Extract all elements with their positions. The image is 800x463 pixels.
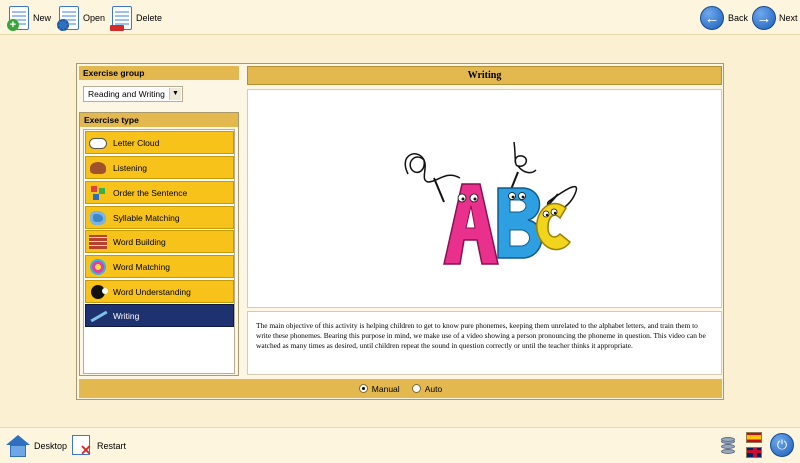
list-item-label: Syllable Matching: [113, 212, 180, 223]
new-file-icon: +: [6, 6, 30, 31]
list-item-label: Word Matching: [113, 261, 171, 272]
restart-label: Restart: [97, 441, 127, 451]
exercise-group-header: Exercise group: [79, 66, 239, 80]
head-icon: [89, 284, 109, 300]
list-item-writing[interactable]: Writing: [85, 304, 234, 327]
list-item-label: Word Understanding: [113, 286, 191, 297]
next-button[interactable]: → Next: [752, 4, 798, 32]
delete-file-icon: [109, 6, 133, 31]
pen-icon: [89, 308, 109, 324]
exercise-type-list: Letter Cloud Listening Order the Sentenc…: [83, 129, 235, 374]
delete-label: Delete: [136, 13, 163, 23]
new-label: New: [33, 13, 52, 23]
list-item-word-building[interactable]: Word Building: [85, 230, 234, 253]
manual-label: Manual: [371, 383, 400, 394]
restart-icon: ✕: [70, 435, 94, 457]
letter-a-shape: [443, 183, 499, 265]
illustration-box: [247, 89, 722, 308]
cloud-icon: [89, 135, 109, 151]
home-icon: [6, 435, 30, 457]
exercise-type-panel: Exercise type Letter Cloud Listening Ord…: [79, 112, 239, 376]
chevron-down-icon[interactable]: ▼: [169, 88, 181, 100]
mode-bar: Manual Auto: [79, 379, 722, 398]
letter-c-shape: [536, 202, 572, 251]
power-icon[interactable]: ⏻: [770, 433, 794, 457]
open-label: Open: [83, 13, 106, 23]
main-panel: Exercise group Reading and Writing ▼ Exe…: [76, 63, 724, 400]
splash-icon: [89, 210, 109, 226]
new-button[interactable]: + New: [6, 4, 51, 32]
mode-manual-option[interactable]: Manual: [358, 383, 400, 394]
list-item-label: Word Building: [113, 236, 166, 247]
description-text: The main objective of this activity is h…: [247, 311, 722, 375]
list-item-label: Listening: [113, 162, 148, 173]
back-arrow-icon: ←: [700, 6, 724, 30]
list-item-label: Order the Sentence: [113, 187, 188, 198]
ear-icon: [89, 160, 109, 176]
desktop-label: Desktop: [34, 441, 68, 451]
abc-illustration: [404, 141, 578, 265]
back-button[interactable]: ← Back: [700, 4, 748, 32]
open-file-icon: [56, 6, 80, 31]
letter-b-shape: [497, 187, 543, 259]
auto-label: Auto: [424, 383, 443, 394]
mode-auto-option[interactable]: Auto: [411, 383, 443, 394]
exercise-type-header: Exercise type: [80, 113, 238, 127]
restart-button[interactable]: ✕ Restart: [70, 433, 126, 459]
top-toolbar: + New Open Delete ← Back → Next: [0, 0, 800, 35]
list-item-listening[interactable]: Listening: [85, 156, 234, 179]
detail-title: Writing: [247, 66, 722, 85]
auto-radio[interactable]: [411, 384, 421, 393]
next-arrow-icon: →: [752, 6, 776, 30]
list-item-order-the-sentence[interactable]: Order the Sentence: [85, 181, 234, 204]
open-button[interactable]: Open: [56, 4, 105, 32]
footer-bar: Desktop ✕ Restart: [0, 427, 800, 463]
spanish-flag-icon[interactable]: [746, 432, 762, 443]
english-flag-icon[interactable]: [746, 447, 762, 458]
list-item-word-matching[interactable]: Word Matching: [85, 255, 234, 278]
list-item-word-understanding[interactable]: Word Understanding: [85, 280, 234, 303]
delete-button[interactable]: Delete: [109, 4, 162, 32]
list-item-label: Writing: [113, 310, 140, 321]
bricks-icon: [89, 234, 109, 250]
database-icon[interactable]: [719, 435, 739, 457]
desktop-button[interactable]: Desktop: [6, 433, 67, 459]
manual-radio[interactable]: [358, 384, 368, 393]
back-label: Back: [728, 13, 749, 23]
exercise-group-select[interactable]: Reading and Writing ▼: [83, 86, 183, 102]
list-item-label: Letter Cloud: [113, 137, 160, 148]
next-label: Next: [779, 13, 798, 23]
list-item-syllable-matching[interactable]: Syllable Matching: [85, 206, 234, 229]
blocks-icon: [89, 185, 109, 201]
list-item-letter-cloud[interactable]: Letter Cloud: [85, 131, 234, 154]
exercise-group-value: Reading and Writing: [88, 89, 165, 99]
flower-icon: [89, 258, 109, 275]
